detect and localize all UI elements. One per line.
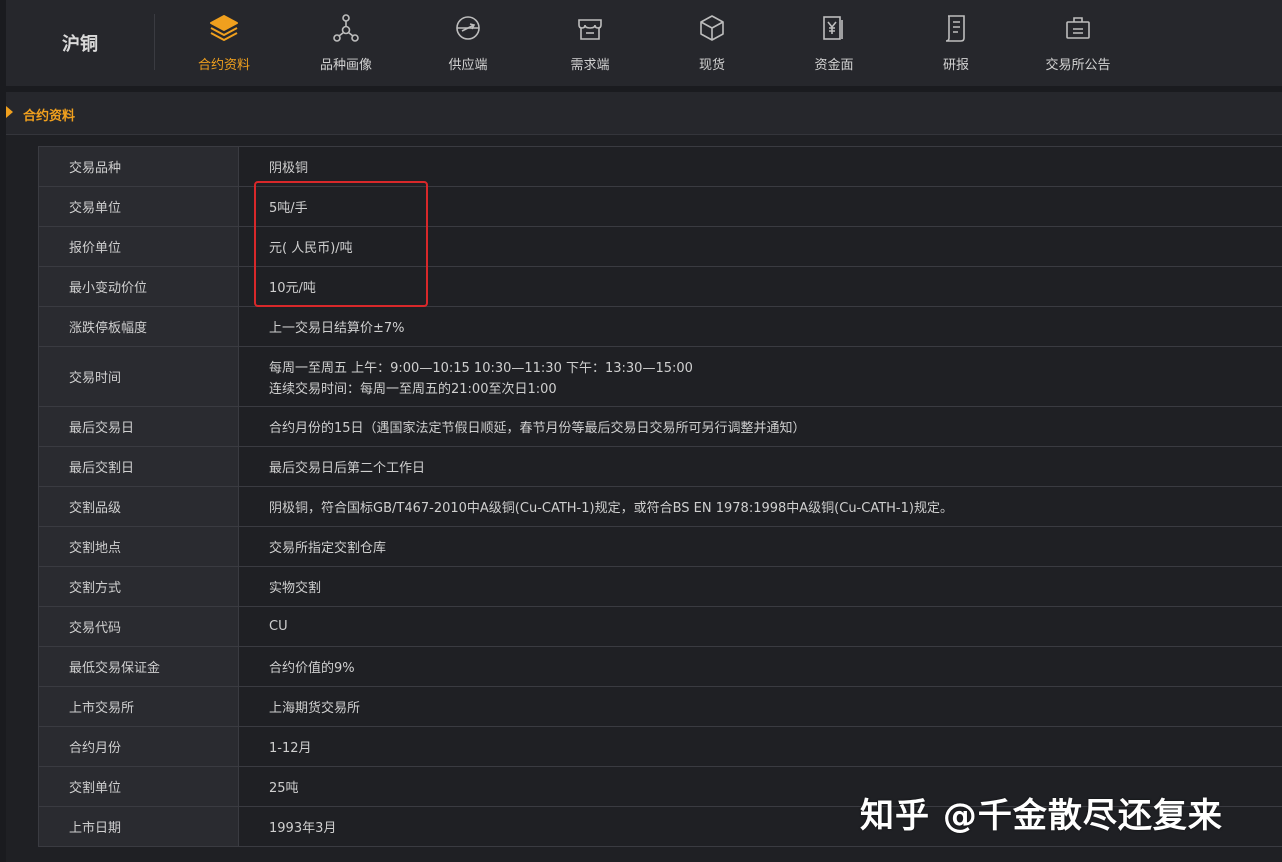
row-label: 交易单位 [38, 186, 239, 227]
table-row: 报价单位 元( 人民币)/吨 [38, 226, 1282, 267]
tab-label: 现货 [698, 58, 725, 73]
molecule-icon [330, 12, 362, 44]
tab-spot[interactable]: 现货 [652, 0, 772, 86]
globe-plane-icon [452, 12, 484, 44]
tab-label: 品种画像 [319, 58, 372, 73]
row-value-cell: 合约价值的9% [238, 646, 1282, 687]
row-value: 1-12月 [269, 741, 312, 756]
row-value-cell: 合约月份的15日（遇国家法定节假日顺延，春节月份等最后交易日交易所可另行调整并通… [238, 406, 1282, 447]
table-row: 交易时间 每周一至周五 上午：9:00—10:15 10:30—11:30 下午：… [38, 346, 1282, 407]
row-label: 交割地点 [38, 526, 239, 567]
briefcase-icon [1062, 12, 1094, 44]
tab-label: 资金面 [814, 58, 854, 73]
section-header: 合约资料 [6, 92, 1282, 135]
row-value-cell: CU [238, 606, 1282, 647]
watermark: 知乎 @千金散尽还复来 [860, 796, 1223, 836]
tab-capital[interactable]: 资金面 [774, 0, 894, 86]
row-label: 交割品级 [38, 486, 239, 527]
row-value-cell: 10元/吨 [238, 266, 1282, 307]
row-label: 交易代码 [38, 606, 239, 647]
tab-contract-info[interactable]: 合约资料 [164, 0, 284, 86]
table-row: 最低交易保证金 合约价值的9% [38, 646, 1282, 687]
row-label: 最小变动价位 [38, 266, 239, 307]
yen-document-icon [818, 12, 850, 44]
row-value-cell: 1-12月 [238, 726, 1282, 767]
row-value-cell: 交易所指定交割仓库 [238, 526, 1282, 567]
tab-demand-side[interactable]: 需求端 [530, 0, 650, 86]
row-value: 25吨 [269, 781, 299, 796]
stack-layers-icon [208, 12, 240, 44]
row-label: 交易品种 [38, 146, 239, 187]
row-value-cell: 最后交易日后第二个工作日 [238, 446, 1282, 487]
top-navigation-bar: 沪铜 合约资料 品种画像 供应端 需求端 现货 资金面 研报 交易所公告 [6, 0, 1282, 86]
row-value-line2: 连续交易时间：每周一至周五的21:00至次日1:00 [269, 381, 557, 397]
row-value-cell: 阴极铜，符合国标GB/T467-2010中A级铜(Cu-CATH-1)规定，或符… [238, 486, 1282, 527]
shop-icon [574, 12, 606, 44]
tab-label: 合约资料 [197, 58, 250, 73]
row-value: 合约月份的15日（遇国家法定节假日顺延，春节月份等最后交易日交易所可另行调整并通… [269, 421, 806, 436]
row-label: 交易时间 [38, 346, 239, 407]
row-label: 合约月份 [38, 726, 239, 767]
row-value: 1993年3月 [269, 821, 337, 836]
row-label: 最后交易日 [38, 406, 239, 447]
row-value: 阴极铜，符合国标GB/T467-2010中A级铜(Cu-CATH-1)规定，或符… [269, 501, 953, 516]
table-row: 交易单位 5吨/手 [38, 186, 1282, 227]
row-label: 上市交易所 [38, 686, 239, 727]
report-scroll-icon [940, 12, 972, 44]
row-value: 10元/吨 [269, 281, 316, 296]
tab-label: 交易所公告 [1045, 58, 1111, 73]
row-value: 合约价值的9% [269, 661, 355, 676]
row-value: 5吨/手 [269, 201, 308, 216]
row-value-cell: 阴极铜 [238, 146, 1282, 187]
table-row: 交割地点 交易所指定交割仓库 [38, 526, 1282, 567]
tab-label: 需求端 [570, 58, 610, 73]
row-value: 阴极铜 [269, 161, 309, 176]
tab-exchange-notices[interactable]: 交易所公告 [1018, 0, 1138, 86]
row-value: 每周一至周五 上午：9:00—10:15 10:30—11:30 下午：13:3… [269, 360, 693, 376]
row-value-cell: 上海期货交易所 [238, 686, 1282, 727]
row-label: 最后交割日 [38, 446, 239, 487]
table-row: 最小变动价位 10元/吨 [38, 266, 1282, 307]
row-value-cell: 每周一至周五 上午：9:00—10:15 10:30—11:30 下午：13:3… [238, 346, 1282, 407]
table-row: 最后交割日 最后交易日后第二个工作日 [38, 446, 1282, 487]
row-value-cell: 上一交易日结算价±7% [238, 306, 1282, 347]
row-value: 交易所指定交割仓库 [269, 541, 387, 556]
tab-label: 供应端 [448, 58, 488, 73]
tab-label: 研报 [942, 58, 969, 73]
row-label: 涨跌停板幅度 [38, 306, 239, 347]
caret-right-icon [6, 106, 13, 118]
table-row: 交割方式 实物交割 [38, 566, 1282, 607]
section-title: 合约资料 [23, 109, 76, 124]
divider [154, 14, 155, 70]
row-value: 最后交易日后第二个工作日 [269, 461, 426, 476]
row-label: 上市日期 [38, 806, 239, 847]
row-label: 最低交易保证金 [38, 646, 239, 687]
row-label: 报价单位 [38, 226, 239, 267]
tab-supply-side[interactable]: 供应端 [408, 0, 528, 86]
tab-variety-profile[interactable]: 品种画像 [286, 0, 406, 86]
row-label: 交割单位 [38, 766, 239, 807]
row-value: 实物交割 [269, 581, 322, 596]
table-row: 交易代码 CU [38, 606, 1282, 647]
row-value-cell: 元( 人民币)/吨 [238, 226, 1282, 267]
row-value: 上海期货交易所 [269, 701, 361, 716]
cube-icon [696, 12, 728, 44]
table-row: 交割品级 阴极铜，符合国标GB/T467-2010中A级铜(Cu-CATH-1)规… [38, 486, 1282, 527]
row-value: 元( 人民币)/吨 [269, 241, 353, 256]
tab-research[interactable]: 研报 [896, 0, 1016, 86]
contract-spec-table: 交易品种 阴极铜交易单位 5吨/手报价单位 元( 人民币)/吨最小变动价位 10元/吨涨… [38, 146, 1282, 847]
row-value: 上一交易日结算价±7% [269, 321, 405, 336]
table-row: 合约月份 1-12月 [38, 726, 1282, 767]
table-row: 最后交易日 合约月份的15日（遇国家法定节假日顺延，春节月份等最后交易日交易所可另… [38, 406, 1282, 447]
table-row: 上市交易所 上海期货交易所 [38, 686, 1282, 727]
row-label: 交割方式 [38, 566, 239, 607]
table-row: 涨跌停板幅度 上一交易日结算价±7% [38, 306, 1282, 347]
row-value-cell: 5吨/手 [238, 186, 1282, 227]
row-value-cell: 实物交割 [238, 566, 1282, 607]
table-row: 交易品种 阴极铜 [38, 146, 1282, 187]
row-value: CU [269, 619, 288, 634]
product-title: 沪铜 [62, 34, 98, 55]
